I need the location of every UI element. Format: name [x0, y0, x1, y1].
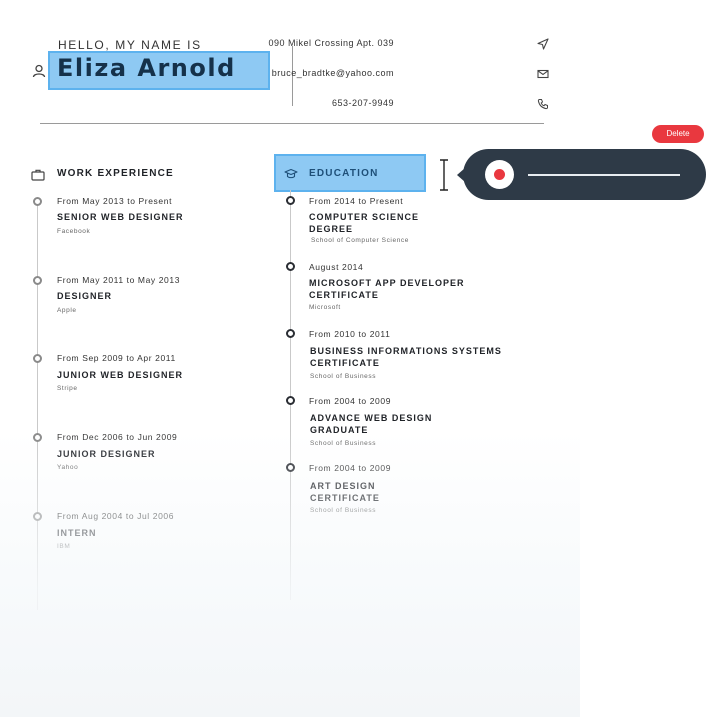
header-bottom-divider: [40, 123, 544, 124]
timeline-dot: [33, 433, 42, 442]
timeline-dot: [33, 512, 42, 521]
education-school: School of Computer Science: [311, 237, 409, 244]
delete-button[interactable]: Delete: [652, 125, 704, 143]
education-date: From 2004 to 2009: [309, 396, 392, 406]
address-text: 090 Mikel Crossing Apt. 039: [268, 38, 394, 48]
timeline-dot: [286, 329, 295, 338]
education-date: From 2010 to 2011: [309, 329, 391, 339]
work-company: Yahoo: [57, 464, 79, 471]
timeline-dot: [286, 262, 295, 271]
send-icon: [537, 38, 549, 50]
phone-text: 653-207-9949: [331, 98, 394, 108]
work-title: INTERN: [57, 528, 97, 538]
record-icon: [494, 169, 505, 180]
canvas-margin: [580, 0, 711, 717]
work-date: From Dec 2006 to Jun 2009: [57, 432, 178, 442]
work-title: DESIGNER: [57, 291, 113, 301]
education-title: MICROSOFT APP DEVELOPER CERTIFICATE: [309, 278, 465, 300]
work-date: From Aug 2004 to Jul 2006: [57, 511, 175, 521]
timeline-dot: [286, 196, 295, 205]
education-school: School of Business: [310, 440, 377, 447]
text-cursor-icon: [440, 159, 448, 191]
education-school: School of Business: [310, 373, 377, 380]
timeline-dot: [286, 396, 295, 405]
work-company: IBM: [57, 543, 71, 550]
timeline-dot: [33, 276, 42, 285]
education-date: From 2004 to 2009: [309, 463, 392, 473]
phone-icon: [537, 99, 548, 110]
work-title: JUNIOR DESIGNER: [57, 449, 156, 459]
education-title: ADVANCE WEB DESIGN GRADUATE: [310, 413, 433, 435]
record-button[interactable]: [485, 160, 514, 189]
work-date: From May 2011 to May 2013: [57, 275, 181, 285]
work-experience-heading: WORK EXPERIENCE: [57, 168, 174, 179]
email-text: bruce_bradtke@yahoo.com: [271, 68, 394, 78]
education-heading[interactable]: EDUCATION: [309, 168, 379, 179]
work-date: From Sep 2009 to Apr 2011: [57, 353, 176, 363]
timeline-dot: [286, 463, 295, 472]
work-company: Stripe: [57, 385, 78, 392]
resume-page: HELLO, MY NAME IS Eliza Arnold 090 Mikel…: [0, 0, 580, 717]
work-company: Apple: [57, 307, 77, 314]
audio-progress-track[interactable]: [528, 174, 680, 176]
education-title: BUSINESS INFORMATIONS SYSTEMS CERTIFICAT…: [310, 346, 502, 368]
education-title: COMPUTER SCIENCE DEGREE: [309, 212, 420, 234]
work-company: Facebook: [57, 228, 91, 235]
timeline-dot: [33, 354, 42, 363]
work-title: SENIOR WEB DESIGNER: [57, 212, 184, 222]
education-date: From 2014 to Present: [309, 196, 404, 206]
envelope-icon: [537, 69, 549, 79]
education-date: August 2014: [309, 262, 364, 272]
graduation-cap-icon: [284, 168, 298, 179]
education-title: ART DESIGN CERTIFICATE: [310, 481, 380, 503]
full-name[interactable]: Eliza Arnold: [57, 54, 236, 82]
greeting: HELLO, MY NAME IS: [58, 38, 202, 52]
education-school: School of Business: [310, 507, 377, 514]
briefcase-icon: [31, 169, 45, 181]
work-date: From May 2013 to Present: [57, 196, 173, 206]
education-timeline-line: [290, 190, 291, 600]
user-icon: [32, 64, 46, 78]
work-timeline-line: [37, 200, 38, 610]
education-school: Microsoft: [309, 304, 341, 311]
work-title: JUNIOR WEB DESIGNER: [57, 370, 184, 380]
timeline-dot: [33, 197, 42, 206]
